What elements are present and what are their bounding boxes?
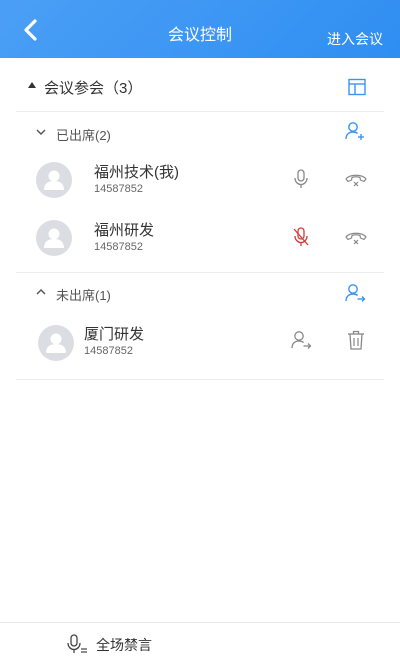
- person-icon: [44, 170, 64, 190]
- avatar: [38, 325, 74, 361]
- participants-summary[interactable]: 会议参会（3）: [16, 58, 384, 112]
- member-row[interactable]: 厦门研发 14587852: [16, 315, 384, 379]
- avatar: [36, 220, 72, 256]
- member-name: 福州研发: [94, 222, 155, 239]
- participants-panel: 会议参会（3） 已出席(2) 福州技术(我) 14587852 福州研发 145…: [16, 58, 384, 380]
- caret-up-icon: [28, 82, 36, 88]
- member-name: 福州技术(我): [94, 164, 179, 181]
- absent-group: 未出席(1) 厦门研发 14587852: [16, 273, 384, 380]
- attended-group-header[interactable]: 已出席(2): [16, 112, 384, 156]
- absent-group-label: 未出席(1): [56, 288, 111, 303]
- hang-up-icon[interactable]: [344, 168, 368, 190]
- chevron-up-icon: [36, 289, 46, 295]
- member-row[interactable]: 福州研发 14587852: [16, 214, 384, 272]
- member-name: 厦门研发: [84, 326, 145, 343]
- attended-group-label: 已出席(2): [56, 128, 111, 143]
- microphone-icon[interactable]: [290, 168, 312, 190]
- mute-all-label: 全场禁言: [96, 637, 152, 653]
- footer-bar: 全场禁言: [0, 622, 400, 666]
- chevron-down-icon: [36, 129, 46, 135]
- microphone-muted-icon[interactable]: [290, 226, 312, 248]
- member-id: 14587852: [94, 183, 143, 195]
- invite-user-icon[interactable]: [290, 329, 312, 351]
- hang-up-icon[interactable]: [344, 226, 368, 248]
- person-icon: [44, 228, 64, 248]
- trash-icon[interactable]: [344, 329, 368, 351]
- header-bar: 会议控制 进入会议: [0, 0, 400, 58]
- participants-count-label: 会议参会（3）: [44, 80, 143, 97]
- microphone-mute-all-icon: [67, 634, 87, 653]
- avatar: [36, 162, 72, 198]
- add-user-icon[interactable]: [344, 120, 366, 142]
- invite-user-icon[interactable]: [344, 282, 366, 304]
- member-id: 14587852: [94, 241, 143, 253]
- layout-icon[interactable]: [348, 78, 366, 96]
- enter-meeting-button[interactable]: 进入会议: [327, 29, 383, 49]
- person-icon: [46, 333, 66, 353]
- mute-all-button[interactable]: 全场禁言: [60, 623, 170, 666]
- attended-group: 已出席(2) 福州技术(我) 14587852 福州研发 14587852: [16, 112, 384, 273]
- member-id: 14587852: [84, 345, 133, 357]
- absent-group-header[interactable]: 未出席(1): [16, 273, 384, 315]
- member-row[interactable]: 福州技术(我) 14587852: [16, 156, 384, 214]
